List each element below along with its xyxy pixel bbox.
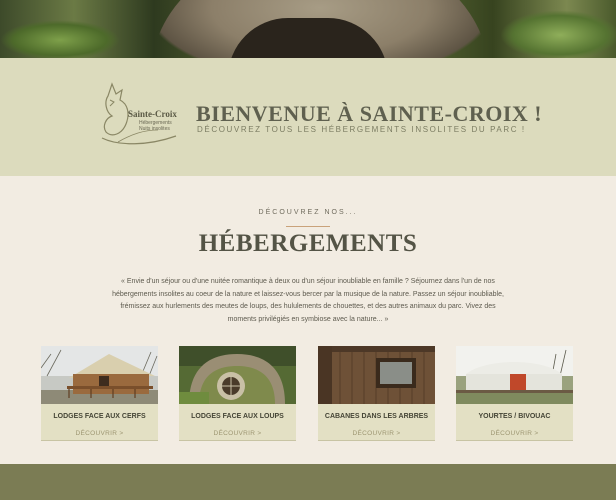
card-image-cabane[interactable] — [318, 346, 435, 404]
card-image-lodge-cerfs[interactable] — [41, 346, 158, 404]
section-intro: « Envie d'un séjour ou d'une nuitée roma… — [112, 278, 504, 323]
welcome-subtitle: DÉCOUVREZ TOUS LES HÉBERGEMENTS INSOLITE… — [197, 125, 526, 134]
card-image-yourte[interactable] — [456, 346, 573, 404]
card-discover-link[interactable]: DÉCOUVRIR > — [318, 430, 435, 437]
card-lodges-loups[interactable]: LODGES FACE AUX LOUPS DÉCOUVRIR > — [179, 346, 296, 440]
section-divider — [286, 226, 330, 227]
card-discover-link[interactable]: DÉCOUVRIR > — [41, 430, 158, 437]
footer-band — [0, 464, 616, 500]
foliage-left — [0, 20, 120, 58]
logo-name: Sainte-Croix — [128, 109, 177, 119]
card-title: LODGES FACE AUX CERFS — [53, 413, 146, 420]
foliage-right — [500, 10, 616, 58]
welcome-title: BIENVENUE À SAINTE-CROIX ! — [196, 101, 543, 126]
section-kicker: DÉCOUVREZ NOS... — [258, 209, 358, 216]
card-title: CABANES DANS LES ARBRES — [324, 413, 429, 420]
hero-photo — [0, 0, 616, 58]
card-discover-link[interactable]: DÉCOUVRIR > — [179, 430, 296, 437]
logo-line-2: Nuits insolites — [139, 126, 170, 132]
card-cabanes-arbres[interactable]: CABANES DANS LES ARBRES DÉCOUVRIR > — [318, 346, 435, 440]
site-logo[interactable]: Sainte-Croix Hébergements Nuits insolite… — [98, 80, 190, 150]
card-discover-link[interactable]: DÉCOUVRIR > — [456, 430, 573, 437]
card-yourtes-bivouac[interactable]: YOURTES / BIVOUAC DÉCOUVRIR > — [456, 346, 573, 440]
card-title: YOURTES / BIVOUAC — [478, 413, 551, 420]
card-image-lodge-loups[interactable] — [179, 346, 296, 404]
section-title: HÉBERGEMENTS — [198, 230, 418, 257]
card-lodges-cerfs[interactable]: LODGES FACE AUX CERFS DÉCOUVRIR > — [41, 346, 158, 440]
card-title: LODGES FACE AUX LOUPS — [191, 413, 284, 420]
